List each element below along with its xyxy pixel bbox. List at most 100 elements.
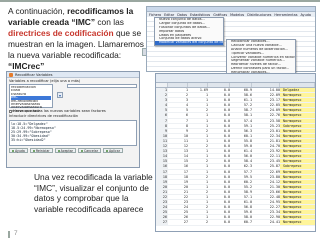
table-cell: 24.95	[269, 200, 280, 205]
table-cell: 0.0	[223, 128, 230, 133]
table-cell: 10	[156, 133, 168, 138]
table-cell: Normopeso	[280, 189, 315, 194]
menu-item[interactable]: Editar	[164, 13, 174, 17]
apply-button[interactable]: Aplicar	[103, 148, 124, 153]
table-cell: Normopeso	[280, 149, 315, 154]
table-cell: 0.0	[223, 138, 230, 143]
menu-item[interactable]: Datos	[177, 13, 187, 17]
table-cell: 1	[205, 154, 208, 159]
directives-textarea[interactable]: lo:18.5="Delgadez" 18.5:24.99="Normopeso"…	[9, 120, 137, 146]
menu-item[interactable]: Ayuda	[300, 13, 310, 17]
table-cell: 14	[183, 154, 188, 159]
table-cell: 58.7	[243, 108, 252, 113]
table-cell: 0.0	[223, 133, 230, 138]
table-cell: 23.58	[269, 118, 280, 123]
table-cell: 2	[205, 220, 208, 225]
table-cell: 23.80	[269, 174, 280, 179]
table-cell: 19	[183, 179, 188, 184]
table-cell: 0.0	[223, 144, 230, 149]
table-cell: 23	[156, 200, 168, 205]
menu-item[interactable]: Distribuciones	[247, 13, 271, 17]
table-cell: 0.0	[223, 164, 230, 169]
table-cell: 60.1	[243, 133, 252, 138]
table-cell: 1	[205, 133, 208, 138]
table-cell: 22.09	[269, 93, 280, 98]
reset-button[interactable]: Reiniciar	[29, 148, 53, 153]
table-cell: 0.0	[223, 220, 230, 225]
menu-item[interactable]: Gráficas	[213, 13, 227, 17]
table-cell: 0.0	[223, 113, 230, 118]
table-cell: 56.8	[243, 205, 252, 210]
table-cell: Normopeso	[280, 98, 315, 103]
table-cell: 17	[183, 169, 188, 174]
table-cell: 8	[185, 123, 188, 128]
scroll-arrow-icon[interactable]: ▾	[57, 92, 63, 98]
table-cell: 61.4	[243, 149, 252, 154]
caption-text: Una vez recodificada la variable “IMC”, …	[34, 172, 153, 214]
table-cell: 24.12	[269, 179, 280, 184]
table-cell: 1	[156, 88, 168, 93]
help-button[interactable]: Ayuda	[9, 148, 28, 153]
table-cell: 61.0	[243, 200, 252, 205]
dropdown-item[interactable]: Modificar variables del conjunto de dato…	[155, 41, 223, 46]
table-cell: 59.0	[243, 144, 252, 149]
app-icon	[9, 72, 13, 77]
table-cell: 57.4	[243, 118, 252, 123]
table-cell: Normopeso	[280, 144, 315, 149]
table-cell: 56.3	[243, 128, 252, 133]
table-cell: Normopeso	[280, 108, 315, 113]
apply-icon	[106, 149, 109, 152]
table-cell: 0.0	[223, 174, 230, 179]
table-cell: 2	[205, 189, 208, 194]
table-cell: 12	[183, 144, 188, 149]
table-cell: 0.0	[223, 118, 230, 123]
table-cell: 1	[205, 118, 208, 123]
intro-part-3: con las	[95, 17, 124, 27]
table-cell: 23.17	[269, 98, 280, 103]
table-cell: 1	[205, 149, 208, 154]
accept-button[interactable]: Aceptar	[54, 148, 76, 153]
table-cell: Normopeso	[280, 93, 315, 98]
table-cell: 3	[185, 98, 188, 103]
table-cell: 16	[156, 164, 168, 169]
menu-item[interactable]: Herramientas	[274, 13, 297, 17]
table-cell: 23.66	[269, 189, 280, 194]
table-cell: Normopeso	[280, 133, 315, 138]
reset-icon	[32, 149, 35, 152]
table-cell: 6	[156, 113, 168, 118]
table-cell: 60.7	[243, 220, 252, 225]
table-cell: 2	[205, 174, 208, 179]
table-cell: 0.0	[223, 169, 230, 174]
table-cell: 17	[156, 169, 168, 174]
new-variable-field[interactable]	[67, 84, 137, 88]
menu-item[interactable]: Estadísticos	[190, 13, 210, 17]
table-cell: 9	[185, 128, 188, 133]
dialog-buttons: Ayuda Reiniciar Aceptar Cancelar Aplicar	[7, 147, 139, 154]
table-cell: Normopeso	[280, 200, 315, 205]
table-cell: 25.23	[269, 123, 280, 128]
table-cell: 58.9	[243, 189, 252, 194]
menu-item[interactable]: Modelos	[230, 13, 244, 17]
table-cell: 0.0	[223, 98, 230, 103]
viewer-titlebar	[156, 74, 315, 83]
table-cell: 23	[183, 200, 188, 205]
table-cell: Normopeso	[280, 179, 315, 184]
table-cell: 24	[183, 205, 188, 210]
cancel-button[interactable]: Cancelar	[77, 148, 102, 153]
variables-listbox[interactable]: recodificacion Edad Estatura IMC IMCrecodifi…	[9, 84, 53, 113]
data-viewer: 1 1 1.69 0.0 60.9 14.00 Delgadez 2 2 1 0.0 58.6 22.0…	[155, 73, 316, 232]
checkbox-icon[interactable]	[9, 109, 12, 113]
datos-dropdown: Nuevo conjunto de datos... Cargar conjunt…	[154, 17, 224, 47]
table-cell: 58.0	[243, 215, 252, 220]
factor-option-label: Hacer que todas las nuevas variables sea…	[13, 109, 106, 113]
menu-item[interactable]: Fichero	[149, 13, 161, 17]
table-cell: 0.0	[223, 200, 230, 205]
table-cell: Normopeso	[280, 128, 315, 133]
table-cell: 2	[156, 93, 168, 98]
table-cell: 2	[205, 205, 208, 210]
table-cell: Normopeso	[280, 138, 315, 144]
table-cell: 1	[205, 98, 208, 103]
table-cell: 13	[183, 149, 188, 154]
table-cell: 1	[205, 215, 208, 220]
table-cell: Normopeso	[280, 210, 315, 215]
